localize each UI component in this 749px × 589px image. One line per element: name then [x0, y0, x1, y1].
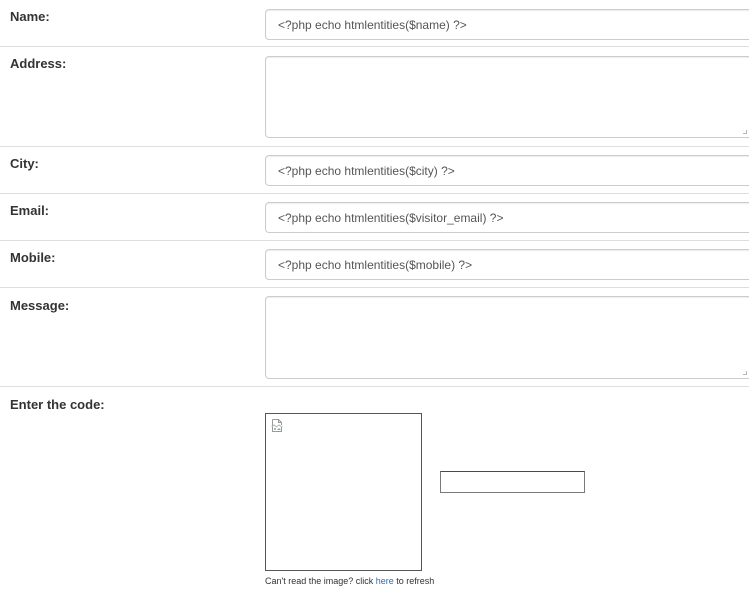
address-label: Address: — [10, 56, 67, 71]
email-label: Email: — [10, 203, 50, 218]
refresh-suffix: to refresh — [393, 576, 435, 586]
mobile-field[interactable] — [265, 249, 749, 280]
captcha-image — [265, 413, 422, 571]
address-row: Address: — [0, 47, 749, 147]
refresh-link[interactable]: here — [376, 576, 394, 586]
city-field[interactable] — [265, 155, 749, 186]
name-row: Name: — [0, 0, 749, 47]
captcha-label: Enter the code: — [10, 397, 105, 412]
email-field[interactable] — [265, 202, 749, 233]
mobile-label: Mobile: — [10, 250, 56, 265]
address-resize-handle[interactable] — [743, 130, 747, 134]
contact-form: Name: Address: City: Email: Mobile: Mess… — [0, 0, 749, 589]
mobile-row: Mobile: — [0, 241, 749, 288]
name-label: Name: — [10, 9, 50, 24]
captcha-code-input[interactable] — [440, 471, 585, 493]
message-field[interactable] — [265, 296, 749, 379]
refresh-prefix: Can't read the image? click — [265, 576, 376, 586]
name-field[interactable] — [265, 9, 749, 40]
captcha-refresh-text: Can't read the image? click here to refr… — [265, 576, 434, 586]
email-row: Email: — [0, 194, 749, 241]
city-row: City: — [0, 147, 749, 194]
city-label: City: — [10, 156, 39, 171]
broken-image-icon — [271, 419, 283, 432]
message-label: Message: — [10, 298, 70, 313]
address-field[interactable] — [265, 56, 749, 138]
message-row: Message: — [0, 288, 749, 387]
message-resize-handle[interactable] — [743, 371, 747, 375]
